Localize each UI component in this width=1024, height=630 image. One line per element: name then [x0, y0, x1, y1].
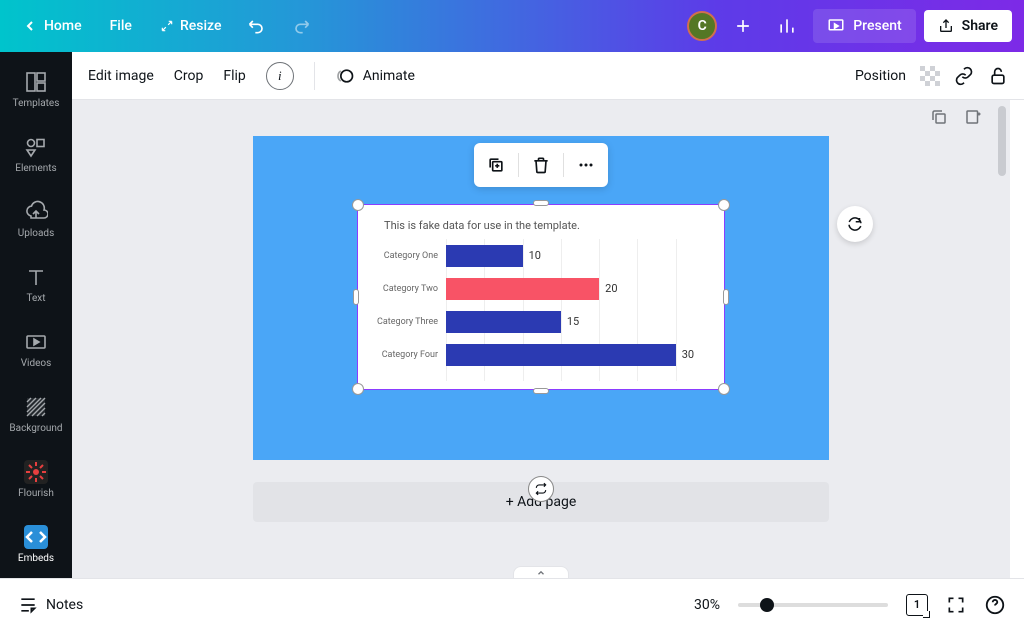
add-member-button[interactable]: [725, 8, 761, 44]
sidebar-item-videos[interactable]: Videos: [0, 320, 72, 385]
resize-handle[interactable]: [352, 199, 364, 211]
undo-button[interactable]: [239, 8, 275, 44]
sidebar-item-text[interactable]: Text: [0, 255, 72, 320]
slide-canvas[interactable]: This is fake data for use in the templat…: [253, 136, 829, 460]
sync-button[interactable]: [528, 476, 554, 502]
resize-handle[interactable]: [718, 383, 730, 395]
embeds-icon: [24, 525, 48, 549]
share-button[interactable]: Share: [924, 10, 1012, 42]
resize-handle[interactable]: [533, 388, 549, 394]
page-indicator[interactable]: 1: [906, 594, 928, 616]
resize-handle[interactable]: [718, 199, 730, 211]
file-menu[interactable]: File: [100, 12, 142, 40]
resize-handle[interactable]: [353, 289, 359, 305]
resize-handle[interactable]: [533, 200, 549, 206]
flip-button[interactable]: Flip: [223, 68, 245, 84]
edit-image-button[interactable]: Edit image: [88, 68, 154, 84]
bar-value: 20: [605, 282, 617, 295]
canvas-area[interactable]: This is fake data for use in the templat…: [72, 100, 1024, 578]
duplicate-button[interactable]: [480, 149, 512, 181]
bar: [446, 245, 523, 267]
link-icon[interactable]: [954, 66, 974, 86]
refresh-button[interactable]: [837, 206, 873, 242]
position-button[interactable]: Position: [855, 68, 906, 84]
insights-button[interactable]: [769, 8, 805, 44]
transparency-icon[interactable]: [920, 66, 940, 86]
context-toolbar: Edit image Crop Flip i Animate Position: [72, 52, 1024, 100]
sidebar-item-embeds[interactable]: Embeds: [0, 515, 72, 580]
fullscreen-icon[interactable]: [946, 595, 966, 615]
chart-element[interactable]: This is fake data for use in the templat…: [357, 204, 725, 390]
bar: [446, 311, 561, 333]
notes-button[interactable]: Notes: [18, 595, 83, 615]
sidebar-item-uploads[interactable]: Uploads: [0, 190, 72, 255]
resize-handle[interactable]: [723, 289, 729, 305]
bar-value: 15: [567, 315, 579, 328]
vertical-scrollbar[interactable]: [998, 100, 1008, 578]
more-button[interactable]: [570, 149, 602, 181]
element-toolbar: [474, 143, 608, 187]
home-button[interactable]: Home: [12, 12, 92, 40]
delete-button[interactable]: [525, 149, 557, 181]
top-bar: Home File Resize C Present Share: [0, 0, 1024, 52]
bar-label: Category Three: [366, 317, 446, 327]
resize-button[interactable]: Resize: [150, 12, 232, 40]
resize-handle[interactable]: [352, 383, 364, 395]
chart-title: This is fake data for use in the templat…: [384, 219, 580, 232]
crop-button[interactable]: Crop: [174, 68, 204, 84]
present-button[interactable]: Present: [813, 9, 915, 43]
sidebar-item-templates[interactable]: Templates: [0, 60, 72, 125]
bar-label: Category One: [366, 251, 446, 261]
side-panel: Templates Elements Uploads Text Videos B…: [0, 52, 72, 578]
bar-label: Category Two: [366, 284, 446, 294]
home-label: Home: [44, 18, 82, 34]
sidebar-item-flourish[interactable]: Flourish: [0, 450, 72, 515]
bar-value: 30: [682, 348, 694, 361]
help-icon[interactable]: [984, 594, 1006, 616]
add-page-icon[interactable]: [964, 108, 982, 126]
zoom-value: 30%: [694, 597, 720, 613]
info-button[interactable]: i: [266, 62, 294, 90]
flourish-icon: [24, 460, 48, 484]
redo-button[interactable]: [283, 8, 319, 44]
lock-icon[interactable]: [988, 66, 1008, 86]
page-tab-notch[interactable]: [513, 566, 569, 578]
bottom-bar: Notes 30% 1: [0, 578, 1024, 630]
bar-label: Category Four: [366, 350, 446, 360]
animate-button[interactable]: Animate: [335, 66, 415, 86]
bar: [446, 278, 599, 300]
sidebar-item-background[interactable]: Background: [0, 385, 72, 450]
zoom-slider[interactable]: [738, 603, 888, 607]
bar-value: 10: [529, 249, 541, 262]
bar: [446, 344, 676, 366]
user-avatar[interactable]: C: [687, 11, 717, 41]
duplicate-page-icon[interactable]: [930, 108, 948, 126]
sidebar-item-elements[interactable]: Elements: [0, 125, 72, 190]
